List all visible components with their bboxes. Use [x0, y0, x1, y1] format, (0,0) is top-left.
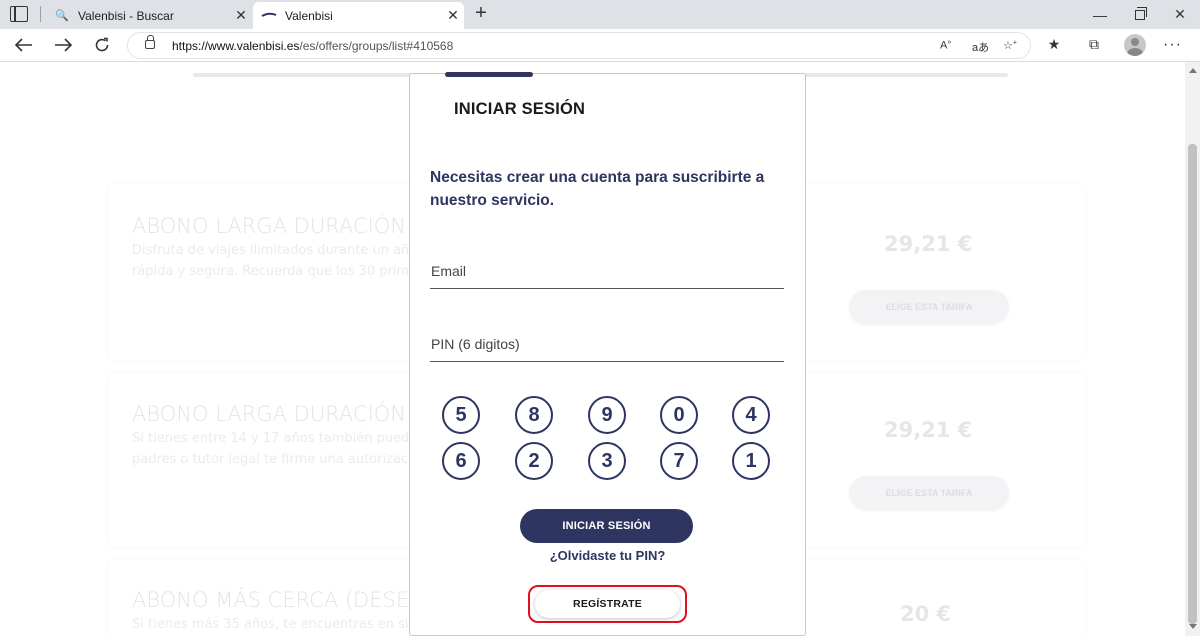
keypad-key-8[interactable]: 8: [515, 396, 553, 434]
login-modal: INICIAR SESIÓN Necesitas crear una cuent…: [409, 72, 806, 636]
offer-price: 20 €: [900, 602, 952, 626]
tab-actions-icon[interactable]: [10, 6, 28, 22]
tab-valenbisi-buscar[interactable]: 🔍 Valenbisi - Buscar ✕: [46, 2, 252, 29]
keypad-key-1[interactable]: 1: [732, 442, 770, 480]
keypad-key-9[interactable]: 9: [588, 396, 626, 434]
choose-tariff-button[interactable]: ELIGE ESTA TARIFA: [849, 476, 1009, 510]
keypad-key-6[interactable]: 6: [442, 442, 480, 480]
reload-button[interactable]: [89, 33, 115, 57]
more-options-icon[interactable]: ···: [1163, 36, 1182, 54]
new-tab-button[interactable]: +: [470, 3, 492, 25]
scroll-up-icon[interactable]: [1189, 68, 1197, 73]
modal-title: INICIAR SESIÓN: [454, 100, 586, 118]
email-field[interactable]: [430, 253, 784, 289]
browser-tabstrip: 🔍 Valenbisi - Buscar ✕ Valenbisi ✕ + — ✕: [0, 0, 1200, 29]
tab-title: Valenbisi - Buscar: [78, 8, 174, 23]
close-icon[interactable]: ✕: [442, 7, 464, 24]
back-button[interactable]: [11, 33, 37, 57]
email-input[interactable]: [430, 253, 784, 288]
offer-title: ABONO MÁS CERCA (DESEM: [132, 588, 428, 612]
offer-price: 29,21 €: [884, 418, 973, 442]
read-aloud-icon[interactable]: A»: [940, 39, 951, 52]
keypad-key-5[interactable]: 5: [442, 396, 480, 434]
translate-icon[interactable]: aあ: [972, 39, 989, 55]
url-text[interactable]: https://www.valenbisi.es/es/offers/group…: [172, 39, 453, 53]
page-viewport: ABONO LARGA DURACIÓN Disfruta de viajes …: [0, 62, 1185, 636]
choose-tariff-button[interactable]: ELIGE ESTA TARIFA: [849, 290, 1009, 324]
offer-description: Si tienes más 35 años, te encuentras en …: [132, 617, 414, 632]
url-host: https://www.valenbisi.es: [172, 39, 300, 53]
signup-required-message: Necesitas crear una cuenta para suscribi…: [430, 169, 765, 209]
keypad-key-0[interactable]: 0: [660, 396, 698, 434]
login-button[interactable]: INICIAR SESIÓN: [520, 509, 693, 543]
scroll-thumb[interactable]: [1188, 144, 1197, 624]
pin-field[interactable]: [430, 326, 784, 362]
offer-description: Si tienes entre 14 y 17 años también pue…: [132, 431, 420, 467]
offer-price: 29,21 €: [884, 232, 973, 256]
search-icon: 🔍: [55, 10, 69, 22]
register-button[interactable]: REGÍSTRATE: [535, 590, 680, 618]
valenbisi-logo-icon: [261, 10, 277, 22]
restore-icon: [1135, 6, 1147, 20]
keypad-key-3[interactable]: 3: [588, 442, 626, 480]
pin-input[interactable]: [430, 326, 784, 361]
offer-title: ABONO LARGA DURACIÓN: [132, 214, 407, 238]
restore-button[interactable]: [1118, 0, 1162, 29]
minimize-button[interactable]: —: [1078, 0, 1122, 29]
modal-accent-bar: [445, 72, 533, 77]
forward-button[interactable]: [50, 33, 76, 57]
offer-description: Disfruta de viajes ilimitados durante un…: [132, 243, 423, 279]
scroll-down-icon[interactable]: [1189, 624, 1197, 629]
arrow-right-icon: [55, 38, 72, 52]
lock-icon[interactable]: [145, 35, 155, 49]
tab-title: Valenbisi: [285, 8, 333, 23]
forgot-pin-link[interactable]: ¿Olvidaste tu PIN?: [410, 548, 805, 563]
keypad-key-7[interactable]: 7: [660, 442, 698, 480]
profile-avatar[interactable]: [1124, 34, 1146, 56]
keypad-key-4[interactable]: 4: [732, 396, 770, 434]
browser-toolbar: https://www.valenbisi.es/es/offers/group…: [0, 29, 1200, 62]
favorites-icon[interactable]: ★: [1044, 36, 1064, 56]
url-path: /es/offers/groups/list#410568: [299, 39, 454, 53]
close-window-button[interactable]: ✕: [1158, 0, 1200, 29]
pin-keypad: 5 8 9 0 4 6 2 3 7 1: [442, 396, 782, 484]
address-bar[interactable]: https://www.valenbisi.es/es/offers/group…: [127, 32, 1031, 59]
close-icon[interactable]: ✕: [230, 7, 252, 24]
arrow-left-icon: [15, 38, 32, 52]
page-scrollbar[interactable]: [1185, 62, 1200, 636]
add-favorite-icon[interactable]: ☆+: [1003, 39, 1017, 52]
tab-separator: [40, 6, 41, 22]
keypad-key-2[interactable]: 2: [515, 442, 553, 480]
reload-icon: [95, 37, 109, 52]
tab-valenbisi[interactable]: Valenbisi ✕: [253, 2, 464, 29]
offer-title: ABONO LARGA DURACIÓN M: [132, 402, 431, 426]
collections-icon[interactable]: ⧉: [1084, 36, 1104, 56]
